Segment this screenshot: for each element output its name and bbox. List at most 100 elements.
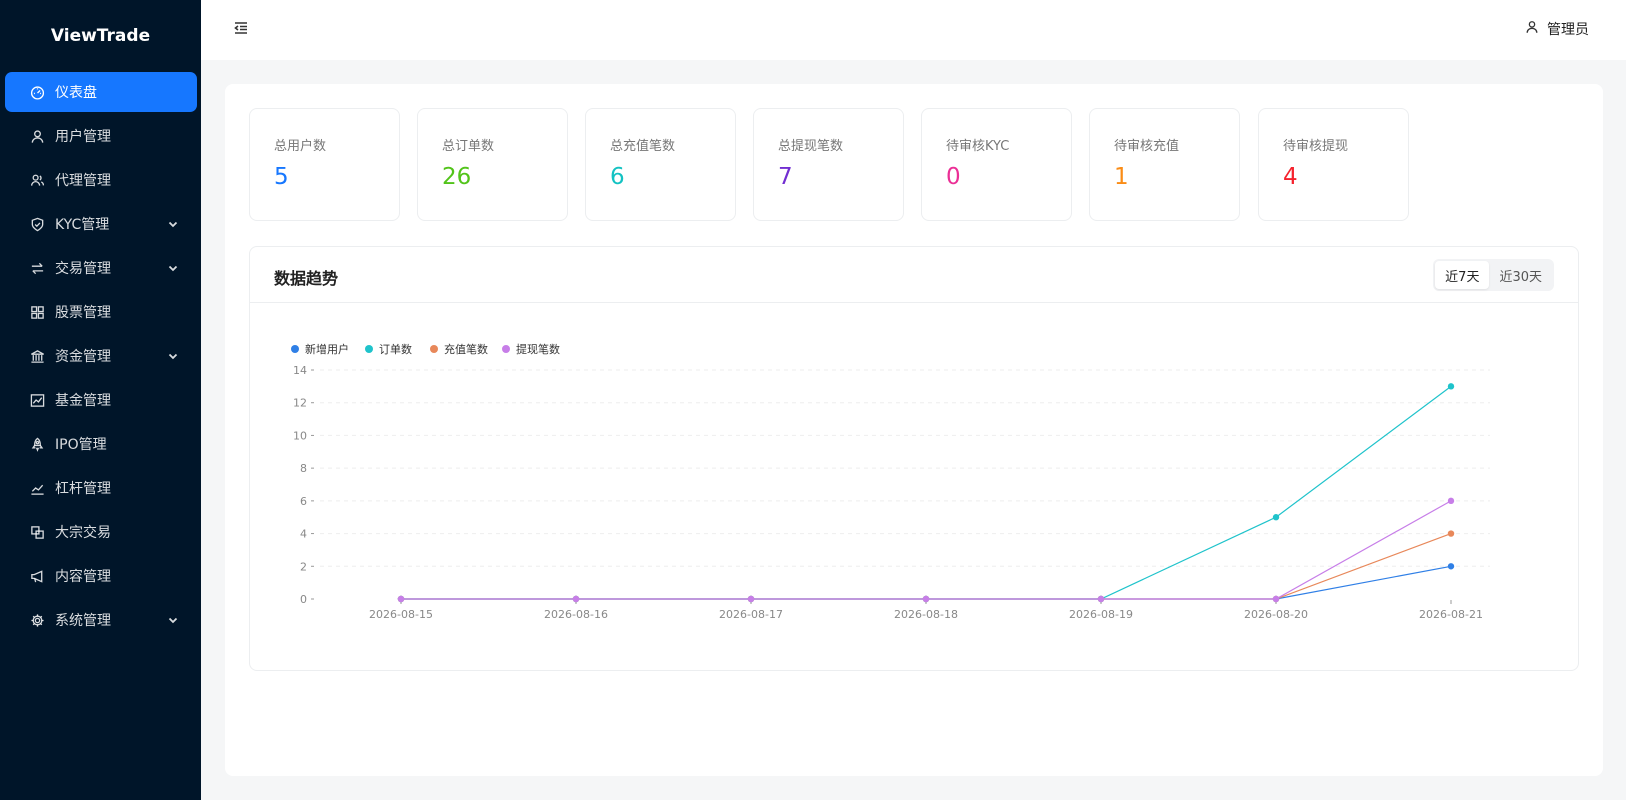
user-icon — [29, 128, 45, 144]
app-logo: ViewTrade — [50, 26, 151, 46]
x-tick-label: 2026-08-20 — [1244, 608, 1308, 621]
sidebar-item-trading[interactable]: 交易管理 — [5, 248, 197, 288]
stat-card-pending-withdrawals: 待审核提现 4 — [1258, 108, 1409, 221]
x-tick-label: 2026-08-17 — [719, 608, 783, 621]
sidebar-item-system[interactable]: 系统管理 — [5, 600, 197, 640]
sidebar-item-leverage[interactable]: 杠杆管理 — [5, 468, 197, 508]
trend-card: 数据趋势 近7天 近30天 0 2 4 6 8 10 12 14 2026-08-15 2026-… — [249, 246, 1579, 671]
range-30d-button[interactable]: 近30天 — [1489, 261, 1552, 289]
stat-value: 1 — [1114, 164, 1129, 190]
x-tick-label: 2026-08-19 — [1069, 608, 1133, 621]
sidebar-item-label: 用户管理 — [55, 129, 111, 145]
stat-label: 待审核提现 — [1283, 139, 1349, 154]
legend-marker — [291, 345, 299, 353]
stat-card-pending-deposits: 待审核充值 1 — [1089, 108, 1240, 221]
stat-card-total-orders: 总订单数 26 — [417, 108, 568, 221]
data-point — [922, 595, 930, 603]
stat-value: 4 — [1283, 164, 1298, 190]
sidebar-item-label: 股票管理 — [55, 305, 111, 321]
series-line — [401, 565, 1452, 600]
stat-card-pending-kyc: 待审核KYC 0 — [921, 108, 1072, 221]
sidebar-item-kyc[interactable]: KYC管理 — [5, 204, 197, 244]
data-point — [572, 595, 580, 603]
data-point — [1097, 595, 1105, 603]
y-tick-label: 10 — [293, 429, 307, 442]
sidebar-menu: 仪表盘 用户管理 代理管理 KYC管理 交易管理 股票管理 资金管理 基金管理 … — [0, 72, 201, 640]
stat-card-total-users: 总用户数 5 — [249, 108, 400, 221]
stat-card-total-withdrawals: 总提现笔数 7 — [753, 108, 904, 221]
sidebar-item-label: 交易管理 — [55, 261, 111, 277]
sidebar-item-block-trade[interactable]: 大宗交易 — [5, 512, 197, 552]
chevron-down-icon — [167, 262, 179, 274]
sidebar-item-label: 代理管理 — [55, 173, 111, 189]
stat-label: 总用户数 — [274, 139, 327, 154]
user-name: 管理员 — [1547, 22, 1589, 38]
x-tick-label: 2026-08-21 — [1419, 608, 1483, 621]
swap-icon — [29, 260, 45, 276]
data-point — [1447, 383, 1455, 390]
stat-value: 6 — [610, 164, 625, 190]
trend-title: 数据趋势 — [274, 269, 339, 288]
sidebar-item-label: 基金管理 — [55, 393, 111, 409]
chevron-down-icon — [167, 350, 179, 362]
sidebar-item-dashboard[interactable]: 仪表盘 — [5, 72, 197, 112]
data-point — [747, 595, 755, 603]
sidebar-item-label: 资金管理 — [55, 349, 111, 365]
y-tick-label: 6 — [300, 495, 307, 508]
data-point — [1447, 563, 1455, 570]
sidebar-item-ipo[interactable]: IPO管理 — [5, 424, 197, 464]
sidebar-item-label: 仪表盘 — [55, 85, 97, 101]
stat-label: 待审核KYC — [946, 139, 1010, 154]
dashboard-icon — [29, 84, 45, 100]
megaphone-icon — [29, 568, 45, 584]
agent-icon — [29, 172, 45, 188]
dashboard-content: 总用户数 5 总订单数 26 总充值笔数 6 总提现笔数 7 待审核KYC 0 … — [225, 84, 1603, 776]
stat-label: 总提现笔数 — [778, 139, 844, 154]
x-tick-label: 2026-08-15 — [369, 608, 433, 621]
y-tick-label: 4 — [300, 528, 307, 541]
stat-label: 总充值笔数 — [610, 139, 676, 154]
y-tick-label: 8 — [300, 462, 307, 475]
legend-marker — [430, 345, 438, 353]
sidebar-item-label: 内容管理 — [55, 569, 111, 585]
block-icon — [29, 524, 45, 540]
y-tick-label: 12 — [293, 397, 307, 410]
stat-label: 总订单数 — [442, 139, 495, 154]
gear-icon — [29, 612, 45, 628]
x-tick-label: 2026-08-18 — [894, 608, 958, 621]
bank-icon — [29, 348, 45, 364]
stat-value: 7 — [778, 164, 793, 190]
sidebar-item-funds-capital[interactable]: 资金管理 — [5, 336, 197, 376]
chevron-down-icon — [167, 218, 179, 230]
data-point — [1447, 497, 1455, 505]
sidebar-item-users[interactable]: 用户管理 — [5, 116, 197, 156]
legend-label: 订单数 — [379, 343, 412, 356]
sidebar-item-stocks[interactable]: 股票管理 — [5, 292, 197, 332]
sidebar-item-agents[interactable]: 代理管理 — [5, 160, 197, 200]
data-point — [1272, 514, 1280, 521]
sidebar-item-content[interactable]: 内容管理 — [5, 556, 197, 596]
shield-icon — [29, 216, 45, 232]
y-tick-label: 2 — [300, 560, 307, 573]
x-tick-label: 2026-08-16 — [544, 608, 608, 621]
legend-label: 新增用户 — [305, 342, 349, 356]
sidebar-item-label: KYC管理 — [55, 217, 110, 233]
range-toggle: 近7天 近30天 — [1433, 259, 1554, 291]
y-tick-label: 0 — [300, 593, 307, 606]
fund-chart-icon — [29, 392, 45, 408]
series-line — [401, 385, 1452, 600]
chevron-down-icon — [167, 614, 179, 626]
stat-value: 5 — [274, 164, 289, 190]
sidebar-item-label: 杠杆管理 — [55, 481, 111, 497]
trend-line-chart: 0 2 4 6 8 10 12 14 2026-08-15 2026-08-16 2026-08-1… — [291, 342, 1490, 621]
sidebar-item-label: 大宗交易 — [55, 525, 111, 541]
range-7d-button[interactable]: 近7天 — [1435, 261, 1490, 289]
stat-value: 26 — [442, 164, 472, 190]
legend-label: 提现笔数 — [516, 342, 560, 356]
stat-value: 0 — [946, 164, 961, 190]
user-menu[interactable]: 管理员 — [1525, 19, 1589, 39]
y-tick-label: 14 — [293, 364, 307, 377]
sidebar-item-funds[interactable]: 基金管理 — [5, 380, 197, 420]
legend-marker — [365, 345, 373, 353]
menu-fold-icon[interactable] — [233, 20, 249, 36]
